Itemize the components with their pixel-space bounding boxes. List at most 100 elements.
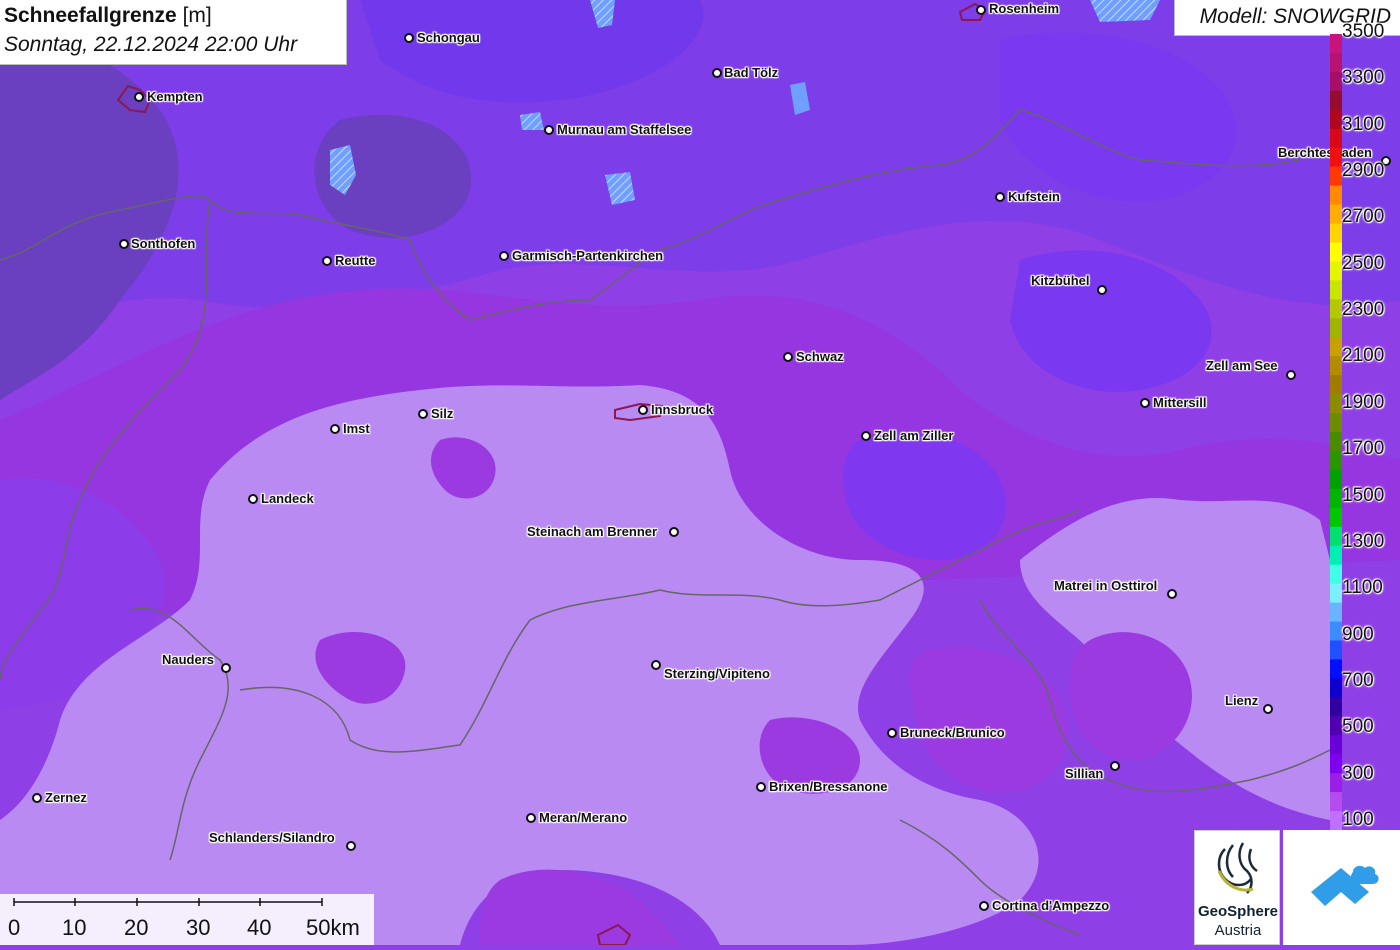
scale-label: 50km <box>306 915 360 940</box>
legend-color-step <box>1330 242 1342 262</box>
city-marker <box>404 33 414 43</box>
legend-color-step <box>1330 545 1342 566</box>
legend-label: 100 <box>1342 808 1374 830</box>
legend-color-step <box>1330 375 1342 395</box>
city-marker <box>1286 370 1296 380</box>
city-label: Steinach am Brenner <box>527 524 658 539</box>
legend-color-step <box>1330 394 1342 414</box>
city-marker <box>526 813 536 823</box>
city-label: Silz <box>431 406 454 421</box>
city-marker <box>322 256 332 266</box>
legend-label: 1100 <box>1342 577 1383 599</box>
geosphere-logo[interactable]: GeoSphere Austria <box>1194 830 1280 945</box>
legend-color-step <box>1330 697 1342 717</box>
legend-color-step <box>1330 811 1342 830</box>
geosphere-name: GeoSphere <box>1197 903 1279 920</box>
legend-color-step <box>1330 318 1342 338</box>
title-text: Schneefallgrenze <box>4 4 177 27</box>
legend-color-step <box>1330 52 1342 73</box>
legend-color-step <box>1330 716 1342 736</box>
city-marker <box>346 841 356 851</box>
city-label: Innsbruck <box>651 402 714 417</box>
geosphere-country: Austria <box>1214 922 1262 939</box>
city-label: Schlanders/Silandro <box>209 830 335 845</box>
legend-label: 2700 <box>1342 206 1385 228</box>
legend-color-step <box>1330 128 1342 149</box>
city-label: Kitzbühel <box>1031 273 1090 288</box>
legend-color-step <box>1330 223 1342 243</box>
legend-label: 1700 <box>1342 438 1385 460</box>
legend-color-step <box>1330 413 1342 433</box>
city-marker <box>712 68 722 78</box>
city-marker <box>544 125 554 135</box>
city-label: Mittersill <box>1153 395 1207 410</box>
city-label: Nauders <box>162 652 215 667</box>
mountain-cloud-icon <box>1311 865 1379 906</box>
city-label: Schongau <box>417 30 480 45</box>
city-marker <box>1167 589 1177 599</box>
scale-label: 40 <box>247 915 272 940</box>
snowline-map <box>0 0 1400 945</box>
city-marker <box>887 728 897 738</box>
city-marker <box>1110 761 1120 771</box>
legend-label: 700 <box>1342 669 1374 691</box>
title-unit: [m] <box>182 4 212 27</box>
scale-label: 20 <box>124 915 149 940</box>
legend-color-step <box>1330 469 1342 490</box>
legend-label: 2500 <box>1342 252 1385 274</box>
legend-color-step <box>1330 621 1342 641</box>
legend-label: 300 <box>1342 762 1374 784</box>
city-marker <box>651 660 661 670</box>
city-label: Sillian <box>1065 766 1104 781</box>
city-marker <box>330 424 340 434</box>
legend-color-step <box>1330 71 1342 92</box>
legend-label: 1900 <box>1342 391 1385 413</box>
legend-color-step <box>1330 792 1342 812</box>
city-marker <box>669 527 679 537</box>
city-marker <box>979 901 989 911</box>
legend-color-step <box>1330 261 1342 281</box>
legend-color-step <box>1330 147 1342 168</box>
legend-color-step <box>1330 34 1342 54</box>
map-datetime: Sonntag, 22.12.2024 22:00 Uhr <box>4 33 298 56</box>
mountain-cloud-logo[interactable] <box>1283 830 1400 945</box>
legend-color-step <box>1330 90 1342 111</box>
city-label: Meran/Merano <box>539 810 628 825</box>
legend-color-step <box>1330 735 1342 755</box>
legend-color-step <box>1330 185 1342 206</box>
legend-label: 3500 <box>1342 21 1385 42</box>
city-label: Zell am Ziller <box>874 428 954 443</box>
city-marker <box>1140 398 1150 408</box>
legend-color-step <box>1330 507 1342 528</box>
city-label: Schwaz <box>796 349 844 364</box>
legend-color-step <box>1330 678 1342 698</box>
legend-color-step <box>1330 526 1342 547</box>
legend-color-step <box>1330 450 1342 471</box>
legend-color-step <box>1330 583 1342 604</box>
legend-colorbar <box>1330 34 1342 830</box>
city-marker <box>32 793 42 803</box>
city-label: Cortina d'Ampezzo <box>992 898 1110 913</box>
legend-label: 2900 <box>1342 160 1385 182</box>
scale-label: 0 <box>8 915 21 940</box>
legend-label: 500 <box>1342 716 1374 738</box>
legend-color-step <box>1330 109 1342 130</box>
city-marker <box>861 431 871 441</box>
city-marker <box>783 352 793 362</box>
legend-color-step <box>1330 564 1342 585</box>
geosphere-emblem-icon <box>1217 842 1258 894</box>
city-label: Zernez <box>45 790 87 805</box>
city-marker <box>221 663 231 673</box>
city-marker <box>248 494 258 504</box>
legend-label: 1300 <box>1342 530 1385 552</box>
legend-label: 3100 <box>1342 113 1385 135</box>
legend-color-step <box>1330 356 1342 376</box>
legend-label: 2300 <box>1342 299 1385 321</box>
city-marker <box>756 782 766 792</box>
city-label: Kufstein <box>1008 189 1060 204</box>
city-label: Brixen/Bressanone <box>769 779 888 794</box>
city-label: Garmisch-Partenkirchen <box>512 248 664 263</box>
city-marker <box>499 251 509 261</box>
legend-color-step <box>1330 602 1342 623</box>
legend-label: 2100 <box>1342 345 1385 367</box>
